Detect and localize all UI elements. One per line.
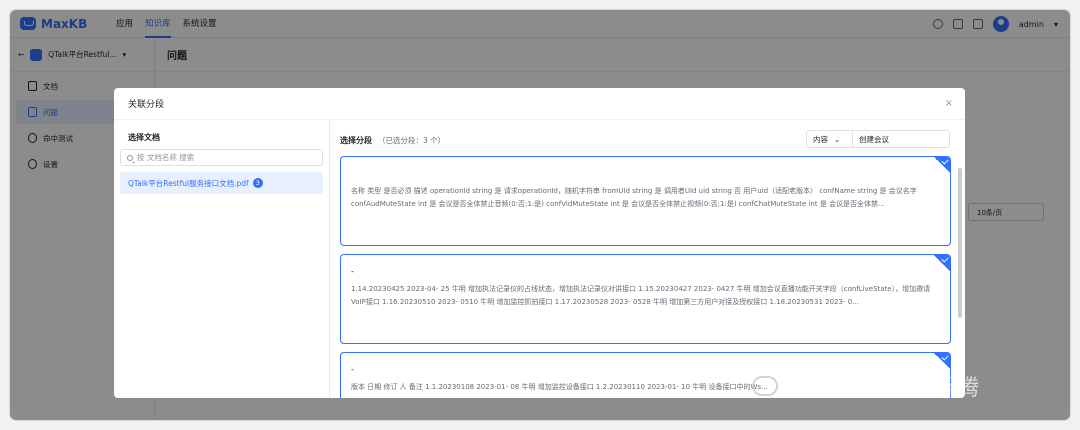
- doc-pane: 选择文档 按 文档名称 搜索 QTalk平台Restful服务接口文档.pdf …: [114, 120, 330, 398]
- selected-count: （已选分段：3 个）: [378, 135, 446, 145]
- search-placeholder: 按 文档名称 搜索: [137, 153, 195, 162]
- close-icon[interactable]: ×: [945, 98, 953, 109]
- dialog-title: 关联分段: [114, 88, 965, 120]
- search-icon: [127, 154, 133, 161]
- list-item[interactable]: QTalk平台Restful服务接口文档.pdf 3: [120, 172, 323, 194]
- doc-name: QTalk平台Restful服务接口文档.pdf: [128, 178, 249, 188]
- segment-pane: 选择分段 （已选分段：3 个） 内容 ⌄ 创建会议 名称 类型 是否必须 描述 …: [330, 120, 965, 398]
- filter-value-input[interactable]: 创建会议: [852, 130, 950, 148]
- segment-title: [351, 169, 940, 181]
- filter-type-select[interactable]: 内容 ⌄: [806, 130, 852, 148]
- segment-text: 名称 类型 是否必须 描述 operationId string 是 请求ope…: [351, 187, 917, 208]
- watermark-text: 公众号 · 各种折腾: [786, 376, 981, 401]
- doc-pane-title: 选择文档: [128, 133, 160, 142]
- checkmark-icon[interactable]: [934, 157, 950, 173]
- checkmark-icon[interactable]: [934, 353, 950, 369]
- segment-pane-title: 选择分段: [340, 135, 372, 145]
- checkmark-icon[interactable]: [934, 255, 950, 271]
- watermark: 公众号 · 各种折腾: [752, 370, 981, 402]
- wechat-icon: [752, 376, 778, 396]
- segment-card[interactable]: 名称 类型 是否必须 描述 operationId string 是 请求ope…: [340, 156, 951, 246]
- doc-count-badge: 3: [252, 178, 263, 188]
- segment-card[interactable]: - 1.14.20230425 2023-04- 25 牛明 增加执法记录仪的占…: [340, 254, 951, 344]
- link-segment-dialog: 关联分段 × 选择文档 按 文档名称 搜索 QTalk平台Restful服务接口…: [114, 88, 965, 398]
- segment-title: -: [351, 267, 354, 276]
- doc-search-input[interactable]: 按 文档名称 搜索: [120, 149, 323, 166]
- chevron-down-icon: ⌄: [834, 134, 841, 144]
- segment-text: 1.14.20230425 2023-04- 25 牛明 增加执法记录仪的占线状…: [351, 285, 931, 306]
- scrollbar[interactable]: [958, 168, 962, 318]
- filter-type-label: 内容: [813, 134, 828, 144]
